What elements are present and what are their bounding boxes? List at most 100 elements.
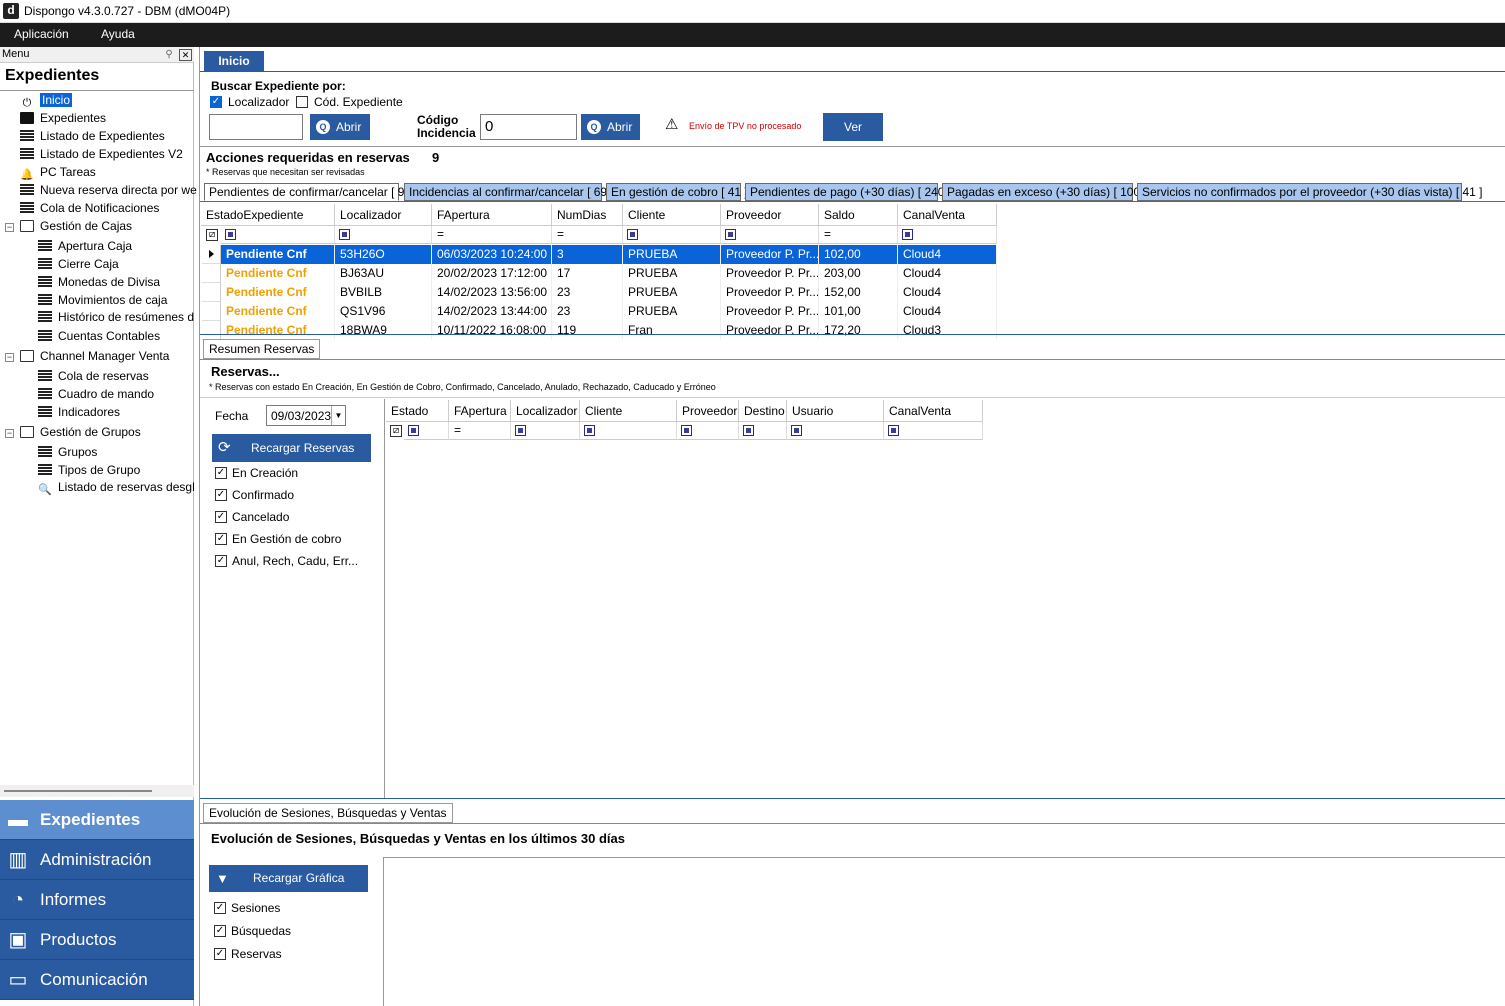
- tree-item[interactable]: Cuentas Contables: [38, 328, 160, 346]
- chevron-down-icon[interactable]: ▼: [331, 406, 345, 425]
- tab-inicio[interactable]: Inicio: [204, 51, 264, 71]
- abrir-localizador-button[interactable]: Q Abrir: [310, 114, 370, 140]
- tab-resumen-reservas[interactable]: Resumen Reservas: [203, 339, 321, 359]
- panel-splitter[interactable]: [0, 785, 194, 797]
- close-panel-icon[interactable]: ✕: [179, 49, 192, 61]
- nav-informes[interactable]: ◔ Informes: [0, 880, 194, 920]
- column-header[interactable]: Proveedor: [677, 400, 739, 422]
- column-header[interactable]: Usuario: [787, 400, 884, 422]
- filter-cell[interactable]: [623, 226, 721, 244]
- column-header[interactable]: Cliente: [580, 400, 677, 422]
- collapse-icon[interactable]: −: [5, 353, 14, 362]
- tab-acciones-2[interactable]: En gestión de cobro [ 41 ]: [606, 183, 748, 201]
- tab-evolucion[interactable]: Evolución de Sesiones, Búsquedas y Venta…: [203, 803, 453, 823]
- clear-filter-icon[interactable]: ⧄: [206, 229, 218, 241]
- tree-item[interactable]: − Gestión de Grupos: [5, 424, 141, 442]
- column-header[interactable]: FApertura: [449, 400, 511, 422]
- tree-item[interactable]: Tipos de Grupo: [38, 462, 140, 480]
- column-header[interactable]: Proveedor: [721, 204, 819, 226]
- tree-item[interactable]: − Gestión de Cajas: [5, 218, 132, 236]
- table-row[interactable]: Pendiente Cnf 18BWA9 10/11/2022 16:08:00 11…: [221, 321, 997, 340]
- tree-item[interactable]: Movimientos de caja: [38, 292, 167, 310]
- reserva-filter-checkbox[interactable]: [215, 533, 227, 545]
- column-header[interactable]: CanalVenta: [884, 400, 983, 422]
- column-header[interactable]: Localizador: [335, 204, 432, 226]
- column-header[interactable]: FApertura: [432, 204, 552, 226]
- column-header[interactable]: Estado: [386, 400, 449, 422]
- chart-series-checkbox[interactable]: [214, 902, 226, 914]
- nav-productos[interactable]: ▣ Productos: [0, 920, 194, 960]
- table-row[interactable]: Pendiente Cnf QS1V96 14/02/2023 13:44:00 23…: [221, 302, 997, 321]
- menu-ayuda[interactable]: Ayuda: [101, 27, 135, 41]
- filter-cell[interactable]: [677, 422, 739, 440]
- clear-filter-icon[interactable]: ⧄: [390, 425, 402, 437]
- reserva-filter-checkbox[interactable]: [215, 489, 227, 501]
- column-header[interactable]: Saldo: [819, 204, 898, 226]
- tree-item[interactable]: 🔍 Listado de reservas desgl: [38, 479, 195, 497]
- tab-acciones-4[interactable]: Pagadas en exceso (+30 días) [ 100 ]: [942, 183, 1147, 201]
- cod-expediente-checkbox[interactable]: [296, 96, 308, 108]
- recargar-reservas-button[interactable]: ⟳ Recargar Reservas: [212, 434, 371, 462]
- reserva-filter-checkbox[interactable]: [215, 467, 227, 479]
- row-header[interactable]: [202, 245, 221, 264]
- tab-acciones-1[interactable]: Incidencias al confirmar/cancelar [ 69 ]: [404, 183, 614, 201]
- table-row[interactable]: Pendiente Cnf BJ63AU 20/02/2023 17:12:00 17…: [221, 264, 997, 283]
- tree-item[interactable]: Grupos: [38, 444, 97, 462]
- filter-cell[interactable]: [787, 422, 884, 440]
- nav-administracin[interactable]: ▥ Administración: [0, 840, 194, 880]
- fecha-datepicker[interactable]: 09/03/2023 ▼: [266, 405, 346, 426]
- codigo-incidencia-input[interactable]: 0: [480, 114, 577, 140]
- localizador-checkbox[interactable]: [210, 96, 222, 108]
- tree-item[interactable]: Expedientes: [20, 110, 106, 128]
- row-header[interactable]: [202, 283, 221, 302]
- column-header[interactable]: Localizador: [511, 400, 580, 422]
- row-header[interactable]: [202, 321, 221, 340]
- tree-item[interactable]: 🔔 PC Tareas: [20, 164, 96, 182]
- tree-item[interactable]: ⏻ Inicio: [20, 92, 73, 110]
- tree-item[interactable]: Indicadores: [38, 404, 120, 422]
- tree-item[interactable]: Cola de reservas: [38, 368, 149, 386]
- column-header[interactable]: CanalVenta: [898, 204, 997, 226]
- table-row[interactable]: Pendiente Cnf 53H26O 06/03/2023 10:24:00 3 P…: [221, 245, 997, 264]
- pin-icon[interactable]: ⚲: [162, 49, 176, 61]
- filter-cell[interactable]: [884, 422, 983, 440]
- tab-acciones-5[interactable]: Servicios no confirmados por el proveedo…: [1137, 183, 1483, 201]
- tab-acciones-0[interactable]: Pendientes de confirmar/cancelar [ 9 ]: [204, 183, 411, 201]
- localizador-input[interactable]: [209, 114, 303, 140]
- collapse-icon[interactable]: −: [5, 223, 14, 232]
- column-header[interactable]: EstadoExpediente: [201, 204, 335, 226]
- filter-cell[interactable]: [404, 422, 449, 440]
- row-header[interactable]: [202, 264, 221, 283]
- menu-aplicacion[interactable]: Aplicación: [14, 27, 69, 41]
- tree-item[interactable]: Nueva reserva directa por we: [20, 182, 197, 200]
- column-header[interactable]: Destino: [739, 400, 787, 422]
- tree-item[interactable]: Histórico de resúmenes d: [38, 309, 194, 327]
- tree-item[interactable]: Listado de Expedientes: [20, 128, 165, 146]
- chart-series-checkbox[interactable]: [214, 948, 226, 960]
- tree-item[interactable]: Cola de Notificaciones: [20, 200, 159, 218]
- filter-cell[interactable]: =: [432, 226, 552, 244]
- tree-item[interactable]: Cierre Caja: [38, 256, 119, 274]
- tab-acciones-3[interactable]: Pendientes de pago (+30 días) [ 240 ]: [745, 183, 951, 201]
- nav-expedientes[interactable]: ▬ Expedientes: [0, 800, 194, 840]
- reserva-filter-checkbox[interactable]: [215, 555, 227, 567]
- tree-item[interactable]: − Channel Manager Venta: [5, 348, 169, 366]
- tree-item[interactable]: Listado de Expedientes V2: [20, 146, 183, 164]
- column-header[interactable]: NumDias: [552, 204, 623, 226]
- filter-cell[interactable]: [580, 422, 677, 440]
- filter-cell[interactable]: [739, 422, 787, 440]
- reserva-filter-checkbox[interactable]: [215, 511, 227, 523]
- filter-cell[interactable]: =: [819, 226, 898, 244]
- filter-cell[interactable]: [511, 422, 580, 440]
- chart-series-checkbox[interactable]: [214, 925, 226, 937]
- filter-cell[interactable]: =: [552, 226, 623, 244]
- filter-cell[interactable]: =: [449, 422, 511, 440]
- nav-comunicacin[interactable]: ▭ Comunicación: [0, 960, 194, 1000]
- tree-item[interactable]: Apertura Caja: [38, 238, 132, 256]
- ver-button[interactable]: Ver: [823, 113, 883, 141]
- abrir-incidencia-button[interactable]: Q Abrir: [581, 114, 640, 140]
- tree-item[interactable]: Monedas de Divisa: [38, 274, 160, 292]
- filter-cell[interactable]: [898, 226, 997, 244]
- column-header[interactable]: Cliente: [623, 204, 721, 226]
- tree-item[interactable]: Cuadro de mando: [38, 386, 154, 404]
